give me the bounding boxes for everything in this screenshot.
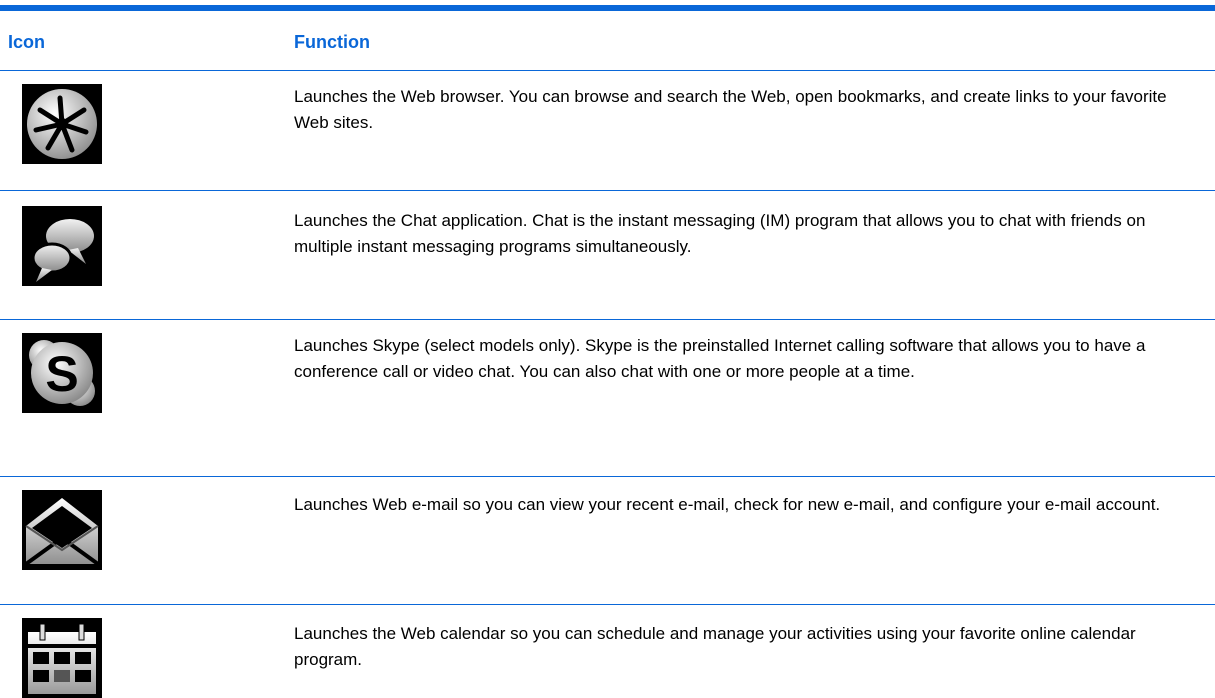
table-top-bar	[0, 5, 1215, 11]
row-divider	[0, 476, 1215, 477]
row-divider	[0, 190, 1215, 191]
row-function-text: Launches Web e-mail so you can view your…	[294, 495, 1161, 514]
header-divider	[0, 70, 1215, 71]
chat-bubbles-icon	[22, 206, 102, 286]
envelope-icon	[22, 490, 102, 570]
row-function-text: Launches the Web browser. You can browse…	[294, 87, 1167, 132]
row-function-text: Launches Skype (select models only). Sky…	[294, 336, 1146, 381]
row-function-text: Launches the Chat application. Chat is t…	[294, 211, 1146, 256]
row-divider	[0, 319, 1215, 320]
row-divider	[0, 604, 1215, 605]
row-function-text: Launches the Web calendar so you can sch…	[294, 624, 1136, 669]
web-browser-icon	[22, 84, 102, 164]
svg-text:S: S	[45, 346, 78, 402]
skype-icon: S	[22, 333, 102, 413]
column-header-function: Function	[294, 32, 370, 52]
calendar-icon	[22, 618, 102, 698]
column-header-icon: Icon	[8, 32, 46, 52]
